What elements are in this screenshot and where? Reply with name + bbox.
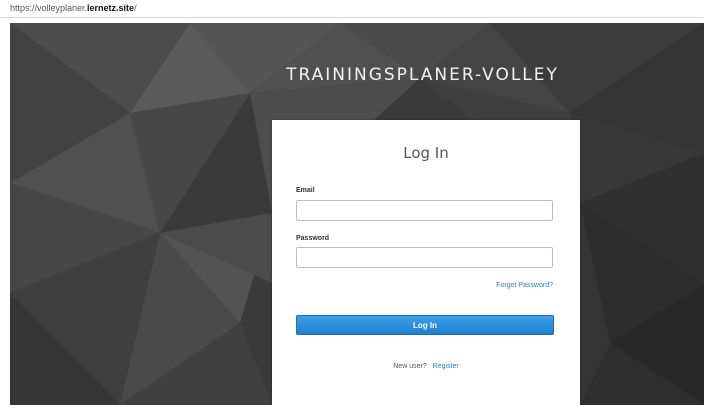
url-suffix: / [134, 3, 137, 13]
register-row: New user? Register [272, 363, 580, 370]
login-card: Log In Email Password Forgot Password? L… [272, 120, 580, 405]
new-user-text: New user? [393, 363, 427, 370]
email-field[interactable] [296, 200, 553, 221]
register-link[interactable]: Register [433, 363, 459, 370]
url-prefix: https://volleyplaner. [10, 3, 88, 13]
browser-url[interactable]: https://volleyplaner.lernetz.site/ [10, 3, 137, 13]
url-domain: lernetz.site [87, 3, 135, 13]
login-title: Log In [403, 144, 449, 162]
forgot-password-link[interactable]: Forgot Password? [496, 282, 553, 289]
login-page-background: TRAININGSPLANER-VOLLEY Log In Email Pass… [10, 23, 704, 405]
password-label: Password [296, 235, 330, 242]
password-field[interactable] [296, 247, 553, 268]
browser-address-bar[interactable]: https://volleyplaner.lernetz.site/ [0, 0, 704, 18]
login-button[interactable]: Log In [296, 315, 554, 335]
email-label: Email [296, 187, 315, 194]
brand-title: TRAININGSPLANER-VOLLEY [286, 65, 559, 85]
